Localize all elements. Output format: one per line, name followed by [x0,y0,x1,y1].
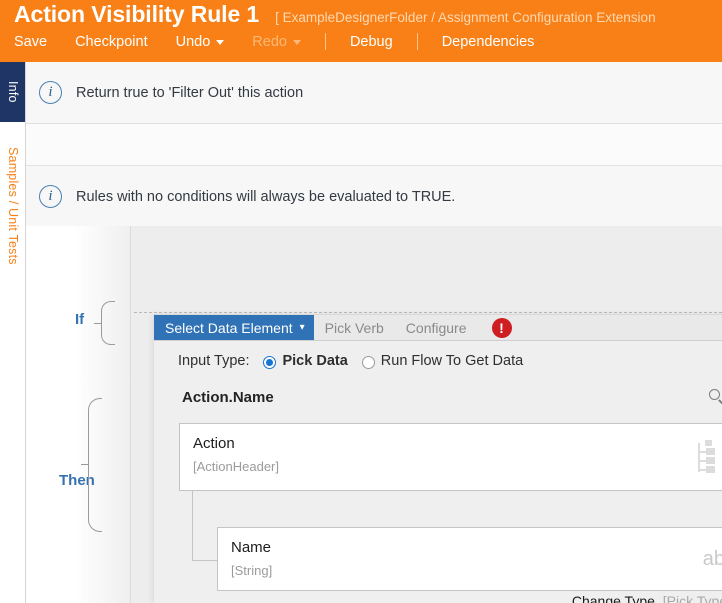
sidebar-item-info[interactable]: Info [0,62,25,122]
if-brace-nub [94,322,101,324]
tab-select-data-element-label: Select Data Element [165,319,293,336]
tab-pick-verb-label: Pick Verb [324,319,384,336]
menu-separator [416,33,418,50]
data-element-card-name-type: [String] [231,563,273,578]
search-icon[interactable] [709,388,722,406]
selected-path-value: Action.Name [182,388,274,406]
info-banner-no-conditions: i Rules with no conditions will always b… [26,166,722,228]
select-data-element-panel: Select Data Element ▾ Pick Verb Configur… [154,314,722,603]
tree-icon [695,440,717,474]
menu-item-save[interactable]: Save [12,34,61,50]
info-banner-no-conditions-text: Rules with no conditions will always be … [76,188,456,205]
sidebar-rail: Info Samples / Unit Tests [0,62,26,603]
toolbar-menu: Save Checkpoint Undo Redo Debug Dependen… [12,33,548,50]
menu-item-redo-label: Redo [252,33,287,50]
menu-item-save-label: Save [14,33,48,50]
selected-path-row: Action.Name [154,379,722,415]
chevron-down-icon: ▾ [299,321,305,333]
menu-item-undo-label: Undo [175,33,211,50]
radio-run-flow-to-get-data[interactable] [361,355,375,369]
info-banner-filter-out-text: Return true to 'Filter Out' this action [76,84,304,101]
radio-run-flow-to-get-data-label[interactable]: Run Flow To Get Data [381,353,523,369]
change-type-row: Change Type [Pick Type] [572,593,722,603]
sidebar-item-samples-unit-tests[interactable]: Samples / Unit Tests [0,122,25,290]
abc-icon: abc [702,548,722,570]
banner-spacer [26,124,722,166]
panel-tab-strip: Select Data Element ▾ Pick Verb Configur… [154,315,722,341]
main-content: i Return true to 'Filter Out' this actio… [26,62,722,603]
change-type-link[interactable]: Change Type [572,593,655,603]
if-label: If [75,311,85,328]
sidebar-item-samples-unit-tests-label: Samples / Unit Tests [6,147,20,265]
then-brace [88,398,102,532]
radio-pick-data[interactable] [263,355,277,369]
menu-item-redo[interactable]: Redo [238,34,315,50]
tab-pick-verb[interactable]: Pick Verb [314,315,395,340]
canvas-gradient [26,226,136,603]
menu-item-undo[interactable]: Undo [162,34,239,50]
menu-item-debug[interactable]: Debug [336,34,407,50]
menu-item-checkpoint-label: Checkpoint [75,33,148,50]
chevron-down-icon [216,40,225,45]
chevron-down-icon [292,40,301,45]
then-brace-nub [81,464,88,466]
tab-select-data-element[interactable]: Select Data Element ▾ [154,315,314,340]
data-element-card-name-title: Name [231,539,272,556]
change-type-hint: [Pick Type] [662,593,722,603]
drop-target-dashed-line [134,312,722,313]
title-bar: Action Visibility Rule 1 [ ExampleDesign… [0,0,722,62]
menu-item-checkpoint[interactable]: Checkpoint [61,34,162,50]
data-element-card-action-type: [ActionHeader] [193,459,279,474]
if-brace [101,301,115,345]
error-badge-icon[interactable]: ! [491,317,512,338]
data-element-card-action-title: Action [193,435,235,452]
data-element-card-action[interactable]: Action [ActionHeader] × [179,423,722,491]
title-row: Action Visibility Rule 1 [ ExampleDesign… [14,1,656,28]
tab-configure-label: Configure [405,319,467,336]
menu-separator [324,33,326,50]
rule-canvas: If Then Select Data Element ▾ Pick Verb [26,226,722,603]
sidebar-item-info-label: Info [6,81,20,103]
info-banner-filter-out: i Return true to 'Filter Out' this actio… [26,62,722,124]
designer-window: Action Visibility Rule 1 [ ExampleDesign… [0,0,722,603]
menu-item-dependencies-label: Dependencies [441,33,535,50]
data-element-card-name[interactable]: Name [String] abc × [217,527,722,591]
card-connector [192,491,218,561]
menu-item-debug-label: Debug [349,33,393,50]
input-type-row: Input Type: Pick Data Run Flow To Get Da… [178,353,523,369]
breadcrumb: [ ExampleDesignerFolder / Assignment Con… [275,10,656,25]
input-type-label: Input Type: [178,353,250,369]
menu-item-dependencies[interactable]: Dependencies [428,34,549,50]
info-icon: i [39,185,62,208]
info-icon: i [39,81,62,104]
radio-pick-data-label[interactable]: Pick Data [282,353,347,369]
tab-configure[interactable]: Configure [395,315,478,340]
page-title: Action Visibility Rule 1 [14,1,260,27]
